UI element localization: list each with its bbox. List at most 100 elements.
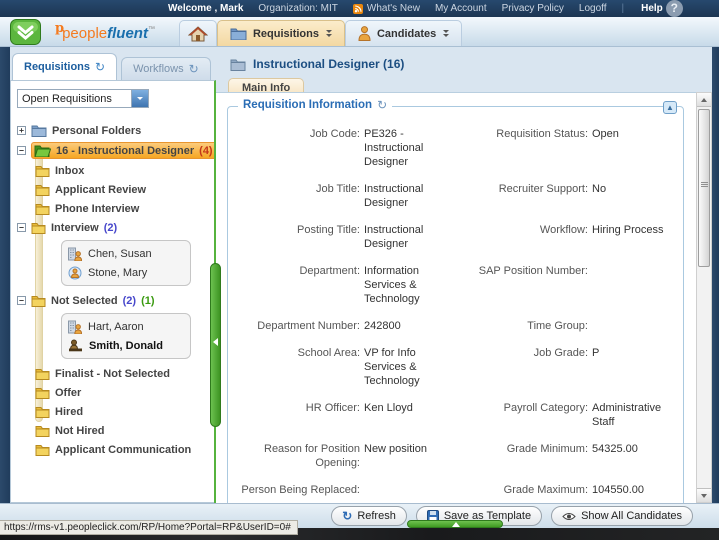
field-value: Open <box>592 127 680 169</box>
section-collapse-button[interactable]: ▲ <box>663 101 677 114</box>
scrollbar-thumb[interactable] <box>698 109 710 267</box>
sidebar-tab-requisitions[interactable]: Requisitions ↻ <box>12 53 117 80</box>
field-value: No <box>592 182 680 210</box>
field-value: 242800 <box>364 319 456 333</box>
home-tab[interactable] <box>179 20 217 46</box>
nav-tab-candidates[interactable]: Candidates <box>345 20 462 46</box>
tree-item-applicant-review[interactable]: Applicant Review <box>11 180 214 199</box>
app-launcher-icon[interactable] <box>10 19 41 45</box>
field-label: Job Title: <box>232 182 360 210</box>
count-candidates: (2) <box>104 222 117 234</box>
field-label: Recruiter Support: <box>460 182 588 210</box>
sidebar-collapse-handle[interactable] <box>210 263 221 427</box>
page-title: Instructional Designer (16) <box>216 47 712 71</box>
vertical-scrollbar[interactable] <box>696 92 712 503</box>
tree-item-offer[interactable]: Offer <box>11 383 214 402</box>
field-label: Requisition Status: <box>460 127 588 169</box>
main-panel: Instructional Designer (16) Main Info Re… <box>216 47 712 503</box>
field-value: VP for Info Services & Technology <box>364 346 456 388</box>
collapse-icon[interactable]: − <box>17 146 26 155</box>
status-folder-icon <box>35 183 50 196</box>
field-label: SAP Position Number: <box>460 264 588 306</box>
candidate-hart-aaron[interactable]: Hart, Aaron <box>68 317 184 336</box>
footer-buttons: ↻ Refresh Save as Template Show All Cand… <box>331 506 693 526</box>
interview-candidates-card: Chen, Susan Stone, Mary <box>61 240 191 286</box>
tree-item-not-selected[interactable]: − Not Selected (2)(1) <box>11 291 214 310</box>
tree-item-personal-folders[interactable]: + Personal Folders <box>11 121 214 140</box>
requisition-tree: + Personal Folders − <box>11 108 214 459</box>
app-window: Welcome , Mark Organization: MIT What's … <box>0 0 719 540</box>
candidate-smith-donald[interactable]: Smith, Donald <box>68 336 184 355</box>
refresh-icon[interactable]: ↻ <box>377 100 387 110</box>
scroll-down-button[interactable] <box>697 488 711 502</box>
help-question-icon[interactable]: ? <box>666 0 683 17</box>
refresh-icon[interactable]: ↻ <box>189 64 199 74</box>
field-value <box>592 264 680 306</box>
requisitions-folder-icon <box>230 27 247 40</box>
whats-new-link[interactable]: What's New <box>353 3 420 14</box>
field-value: New position <box>364 442 456 470</box>
sidebar-tab-workflows[interactable]: Workflows ↻ <box>121 57 211 80</box>
help-link[interactable]: Help ? <box>641 0 683 17</box>
welcome-text: Welcome , Mark <box>168 3 243 14</box>
hired-candidate-icon <box>68 339 83 353</box>
count-other: (1) <box>141 295 154 307</box>
field-label: Posting Title: <box>232 223 360 251</box>
refresh-button[interactable]: ↻ Refresh <box>331 506 407 526</box>
status-folder-icon <box>35 424 50 437</box>
brand-nav-bar: ppeoplefluent™ Requisitions Candidates <box>0 17 719 47</box>
right-window-edge <box>712 47 719 503</box>
field-label: Department: <box>232 264 360 306</box>
refresh-icon[interactable]: ↻ <box>95 62 105 72</box>
tree-item-finalist-not-selected[interactable]: Finalist - Not Selected <box>11 364 214 383</box>
field-value: Instructional Designer <box>364 223 456 251</box>
rss-icon <box>353 4 363 14</box>
open-folder-icon <box>34 144 51 157</box>
count-new: (4) <box>199 145 212 157</box>
left-window-edge <box>0 47 10 503</box>
status-folder-icon <box>35 164 50 177</box>
tree-item-not-hired[interactable]: Not Hired <box>11 421 214 440</box>
field-label: Grade Maximum: <box>460 483 588 497</box>
tree-item-interview[interactable]: − Interview (2) <box>11 218 214 237</box>
page-body: Requisitions ↻ Workflows ↻ Open Requisit… <box>0 47 719 503</box>
status-folder-icon <box>35 367 50 380</box>
candidate-stone-mary[interactable]: Stone, Mary <box>68 263 184 282</box>
field-label: Reason for Position Opening: <box>232 442 360 470</box>
field-label: Job Grade: <box>460 346 588 388</box>
show-all-candidates-button[interactable]: Show All Candidates <box>551 506 693 526</box>
candidate-chen-susan[interactable]: Chen, Susan <box>68 244 184 263</box>
field-value: Administrative Staff <box>592 401 680 429</box>
requisition-folder-icon <box>230 58 246 71</box>
my-account-link[interactable]: My Account <box>435 3 487 14</box>
scroll-up-button[interactable] <box>697 93 711 107</box>
field-label: Person Being Replaced: <box>232 483 360 497</box>
collapse-icon[interactable]: − <box>17 223 26 232</box>
requisition-filter-select[interactable]: Open Requisitions <box>17 89 149 108</box>
tree-item-requisition-selected[interactable]: 16 - Instructional Designer (4)(1) <box>31 142 239 159</box>
dropdown-arrow-icon[interactable] <box>131 90 148 107</box>
field-label: Payroll Category: <box>460 401 588 429</box>
collapse-left-arrow-icon <box>213 338 218 346</box>
sidebar: Requisitions ↻ Workflows ↻ Open Requisit… <box>10 52 216 503</box>
requisition-fields: Job Code:PE326 - Instructional DesignerR… <box>228 107 683 503</box>
expand-up-arrow-icon <box>452 522 460 527</box>
tree-item-inbox[interactable]: Inbox <box>11 161 214 180</box>
privacy-policy-link[interactable]: Privacy Policy <box>502 3 564 14</box>
tree-item-hired[interactable]: Hired <box>11 402 214 421</box>
home-icon <box>188 26 208 42</box>
tree-item-applicant-communication[interactable]: Applicant Communication <box>11 440 214 459</box>
logoff-link[interactable]: Logoff <box>579 3 607 14</box>
nav-tab-requisitions[interactable]: Requisitions <box>217 20 345 46</box>
external-candidate-icon <box>68 266 82 280</box>
field-value: 104550.00 <box>592 483 680 497</box>
field-value: 54325.00 <box>592 442 680 470</box>
field-value: Ken Lloyd <box>364 401 456 429</box>
peoplefluent-logo: ppeoplefluent™ <box>55 21 155 42</box>
expand-icon[interactable]: + <box>17 126 26 135</box>
collapse-icon[interactable]: − <box>17 296 26 305</box>
bottom-panel-expand-handle[interactable] <box>407 520 503 528</box>
tree-item-phone-interview[interactable]: Phone Interview <box>11 199 214 218</box>
field-value: Instructional Designer <box>364 182 456 210</box>
status-folder-icon <box>35 405 50 418</box>
